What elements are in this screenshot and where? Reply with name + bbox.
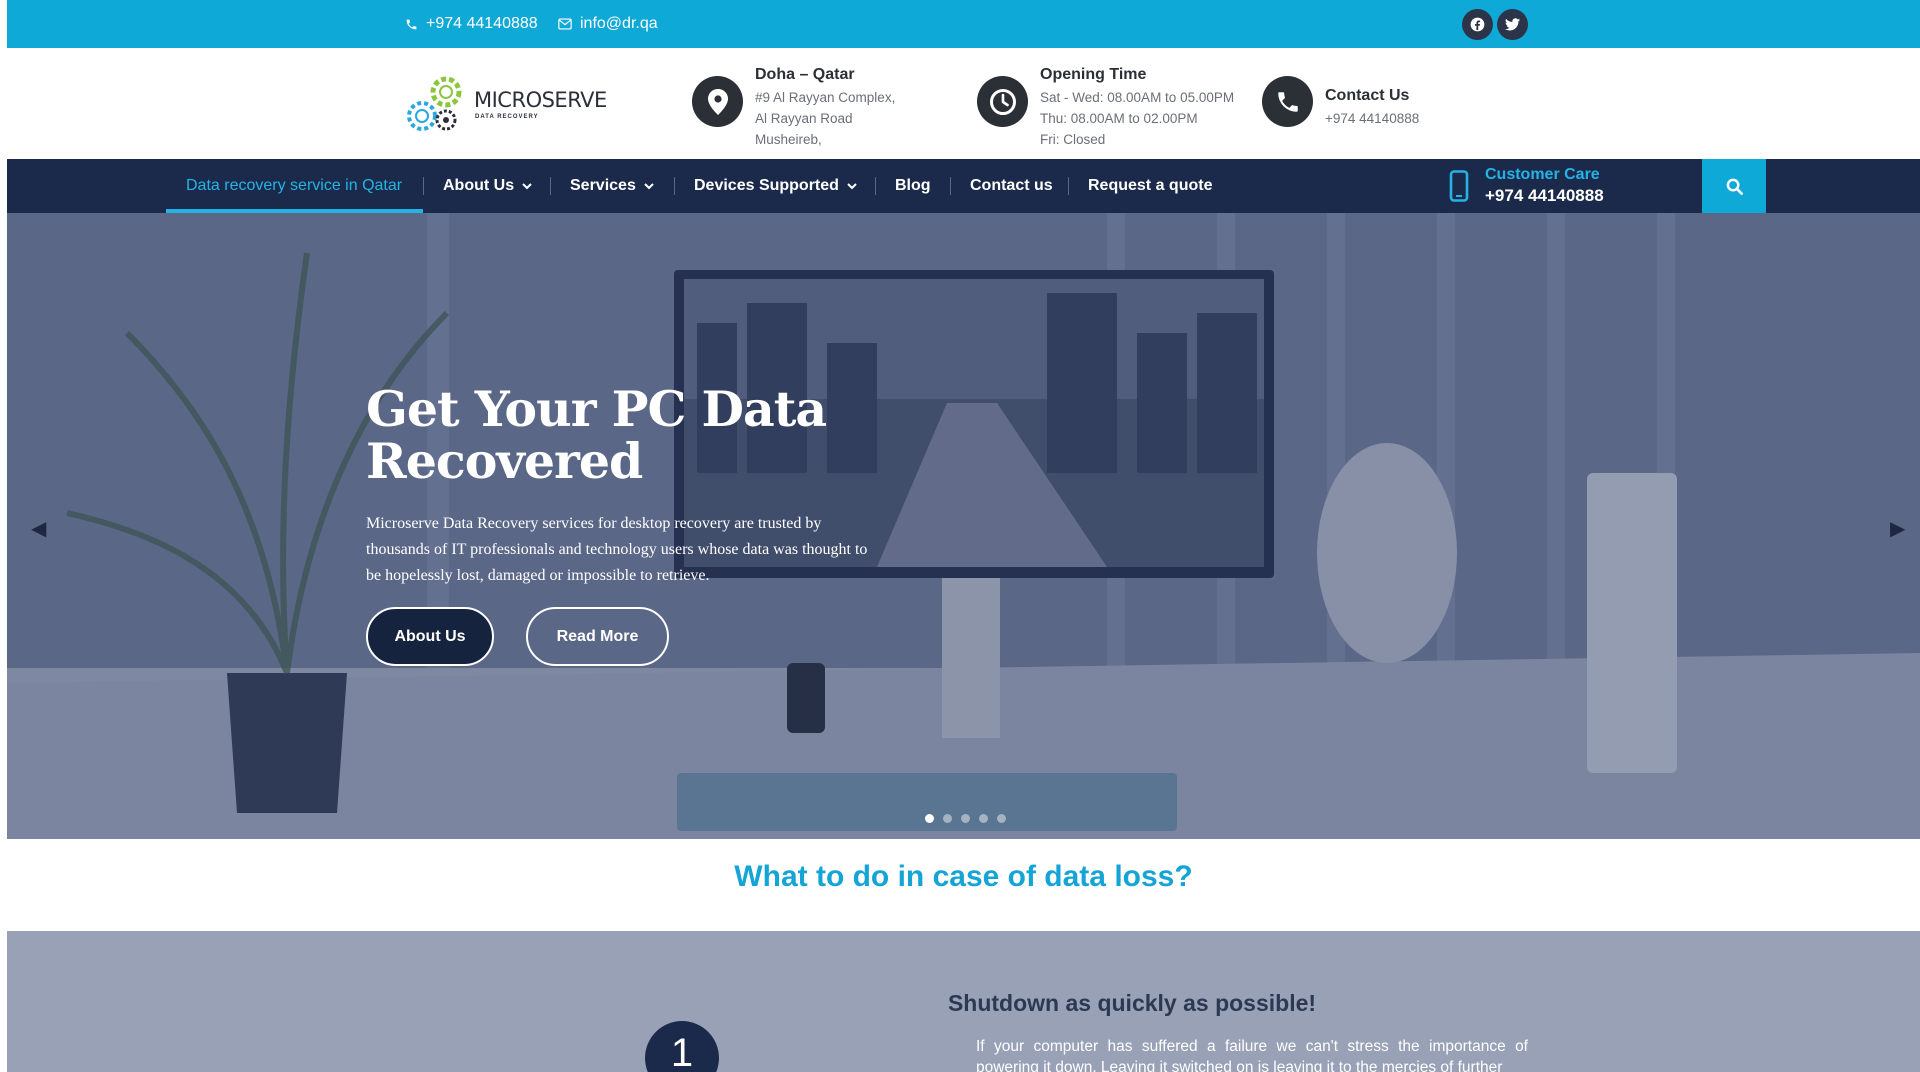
nav-item-label: Contact us (970, 177, 1053, 194)
hours-line-1: Sat - Wed: 08.00AM to 05.00PM (1040, 90, 1235, 105)
slider-dot[interactable] (925, 814, 934, 823)
step-text: If your computer has suffered a failure … (976, 1038, 1528, 1072)
phone-icon (1262, 76, 1313, 127)
step-number-badge: 1 (645, 1021, 719, 1072)
gears-logo-icon (407, 76, 462, 131)
site-header: MICROSERVE DATA RECOVERY Doha – Qatar #9… (7, 48, 1920, 159)
opening-time-title: Opening Time (1040, 66, 1147, 83)
slider-dot[interactable] (943, 814, 952, 823)
nav-item-label: Devices Supported (694, 177, 839, 194)
nav-item-request-quote[interactable]: Request a quote (1088, 159, 1212, 213)
location-line-1: #9 Al Rayyan Complex, (755, 90, 896, 105)
nav-item-label: Request a quote (1088, 177, 1213, 194)
about-us-button[interactable]: About Us (366, 607, 494, 666)
hours-line-3: Fri: Closed (1040, 132, 1106, 147)
nav-item-label: Data recovery service in Qatar (186, 177, 403, 194)
contact-info: Contact Us +974 44140888 (1262, 66, 1419, 129)
clock-icon (977, 76, 1028, 127)
slider-next-arrow[interactable]: ▶ (1890, 516, 1905, 541)
hero-overlay (7, 213, 1920, 839)
location-title: Doha – Qatar (755, 66, 855, 83)
hero-text: Microserve Data Recovery services for de… (366, 515, 868, 584)
contact-title: Contact Us (1325, 87, 1410, 104)
topbar-phone-text: +974 44140888 (426, 15, 538, 32)
slider-pagination (925, 814, 1015, 823)
location-line-2: Al Rayyan Road (755, 111, 853, 126)
nav-item-services[interactable]: Services (570, 159, 654, 213)
logo-subtext: DATA RECOVERY (475, 114, 539, 120)
mail-icon (558, 18, 572, 30)
twitter-icon[interactable] (1497, 9, 1528, 40)
hours-line-2: Thu: 08.00AM to 02.00PM (1040, 111, 1198, 126)
chevron-down-icon (644, 182, 654, 189)
topbar-email-link[interactable]: info@dr.qa (558, 0, 658, 48)
nav-item-contact-us[interactable]: Contact us (970, 159, 1053, 213)
customer-care-label: Customer Care (1485, 166, 1600, 183)
slider-dot[interactable] (979, 814, 988, 823)
page: +974 44140888 info@dr.qa MICROSERVE DATA… (7, 0, 1920, 1072)
location-line-3: Musheireb, (755, 132, 822, 147)
nav-item-blog[interactable]: Blog (895, 159, 931, 213)
hero-title: Get Your PC Data Recovered (366, 380, 827, 490)
nav-separator (550, 177, 551, 195)
step-title: Shutdown as quickly as possible! (947, 990, 1317, 1016)
steps-section: 1 Shutdown as quickly as possible! If yo… (7, 931, 1920, 1072)
nav-separator (674, 177, 675, 195)
opening-time-info: Opening Time Sat - Wed: 08.00AM to 05.00… (977, 66, 1234, 150)
nav-separator (423, 177, 424, 195)
contact-phone[interactable]: +974 44140888 (1325, 108, 1419, 129)
hero-slider: ◀ ▶ Get Your PC Data Recovered Microserv… (7, 213, 1920, 839)
phone-icon (406, 19, 417, 29)
read-more-button[interactable]: Read More (526, 607, 669, 666)
chevron-down-icon (522, 182, 532, 189)
nav-item-devices-supported[interactable]: Devices Supported (694, 159, 857, 213)
slider-dot[interactable] (997, 814, 1006, 823)
logo[interactable]: MICROSERVE DATA RECOVERY (406, 72, 607, 136)
customer-care[interactable]: Customer Care +974 44140888 (1449, 159, 1604, 213)
nav-item-label: About Us (443, 177, 515, 194)
search-icon (1726, 178, 1743, 195)
top-bar: +974 44140888 info@dr.qa (7, 0, 1920, 48)
topbar-phone-link[interactable]: +974 44140888 (405, 0, 538, 48)
facebook-icon[interactable] (1462, 9, 1493, 40)
topbar-email-text: info@dr.qa (580, 15, 658, 32)
search-button[interactable] (1702, 159, 1766, 213)
nav-item-home[interactable]: Data recovery service in Qatar (186, 159, 402, 213)
main-nav: Data recovery service in Qatar About Us … (7, 159, 1920, 213)
slider-dot[interactable] (961, 814, 970, 823)
location-info: Doha – Qatar #9 Al Rayyan Complex, Al Ra… (692, 66, 895, 150)
customer-care-phone: +974 44140888 (1485, 186, 1604, 205)
chevron-down-icon (847, 182, 857, 189)
nav-item-label: Services (570, 177, 636, 194)
nav-item-about-us[interactable]: About Us (443, 159, 532, 213)
mobile-phone-icon (1449, 170, 1469, 202)
nav-item-label: Blog (895, 177, 931, 194)
section-title: What to do in case of data loss? (734, 860, 1193, 893)
nav-separator (875, 177, 876, 195)
nav-separator (1068, 177, 1069, 195)
location-pin-icon (692, 76, 743, 127)
slider-prev-arrow[interactable]: ◀ (31, 516, 46, 541)
logo-text: MICROSERVE (474, 88, 607, 112)
nav-separator (950, 177, 951, 195)
